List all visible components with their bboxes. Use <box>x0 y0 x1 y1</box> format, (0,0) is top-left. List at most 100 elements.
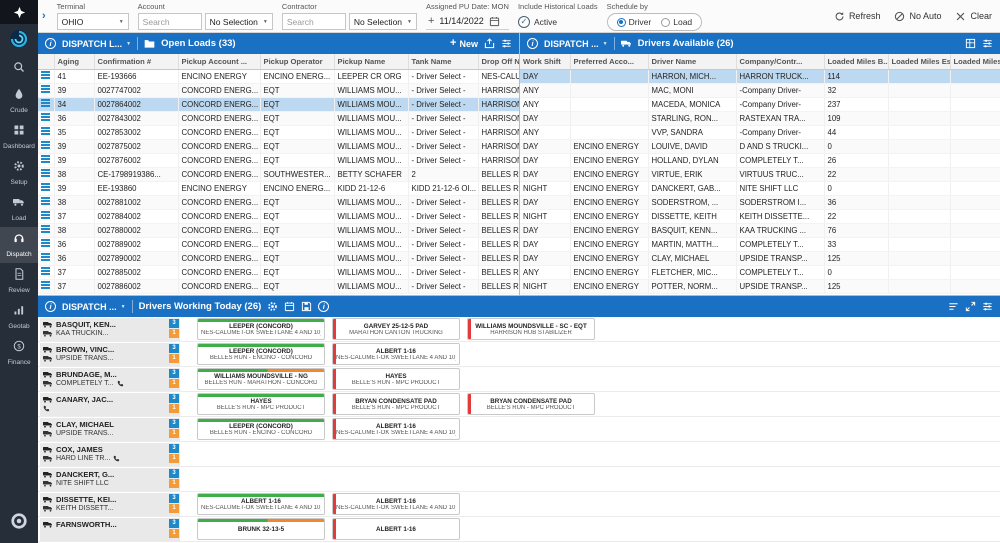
column-settings-icon[interactable] <box>982 301 993 312</box>
load-card[interactable]: ALBERT 1-16NES-CALUMET-OK SWEETLANE 4 AN… <box>332 343 460 365</box>
pu-date-value[interactable]: 11/14/2022 <box>439 16 483 26</box>
terminal-select[interactable]: OHIO▼ <box>57 13 129 30</box>
sidebar-item-search[interactable] <box>0 56 38 83</box>
table-row[interactable]: DAYENCINO ENERGYCLAY, MICHAELUPSIDE TRAN… <box>520 251 1000 265</box>
table-row[interactable]: DAYENCINO ENERGYHOLLAND, DYLANCOMPLETELY… <box>520 153 1000 167</box>
refresh-button[interactable]: Refresh <box>834 11 881 22</box>
table-row[interactable]: DAYENCINO ENERGYMARTIN, MATTH...COMPLETE… <box>520 237 1000 251</box>
account-select[interactable]: No Selection▼ <box>205 13 273 30</box>
load-card[interactable]: HAYESBELLE'S RUN - MPC PRODUCT <box>332 368 460 390</box>
row-menu-icon[interactable] <box>38 153 54 167</box>
column-header[interactable]: Aging <box>54 54 94 69</box>
table-row[interactable]: 390027876002CONCORD ENERG...EQTWILLIAMS … <box>38 153 520 167</box>
column-header[interactable]: Preferred Acco... <box>570 54 648 69</box>
driver-cell[interactable]: 31DANCKERT, G...NITE SHIFT LLC <box>40 468 180 491</box>
table-row[interactable]: 370027886002CONCORD ENERG...EQTWILLIAMS … <box>38 279 520 293</box>
row-menu-icon[interactable] <box>38 223 54 237</box>
table-row[interactable]: 370027884002CONCORD ENERG...EQTWILLIAMS … <box>38 209 520 223</box>
table-row[interactable]: DAYHARRON, MICH...HARRON TRUCK...114 <box>520 69 1000 83</box>
info-icon[interactable]: i <box>527 38 538 49</box>
table-row[interactable]: 38CE-1798919386...CONCORD ENERG...SOUTHW… <box>38 167 520 181</box>
info-icon[interactable]: i <box>45 38 56 49</box>
sidebar-item-dashboard[interactable]: Dashboard <box>0 119 38 155</box>
column-header[interactable]: Drop Off Nam <box>478 54 520 69</box>
load-card[interactable]: GARVEY 25-12-5 PADMARATHON CANTON TRUCKI… <box>332 318 460 340</box>
row-menu-icon[interactable] <box>38 251 54 265</box>
table-row[interactable]: 350027853002CONCORD ENERG...EQTWILLIAMS … <box>38 125 520 139</box>
load-card[interactable]: WILLIAMS MOUNDSVILLE - SC - EQTHARRISON … <box>467 318 595 340</box>
load-card[interactable]: LEEPER (CONCORD)BELLES RUN - ENCINO - CO… <box>197 418 325 440</box>
row-menu-icon[interactable] <box>38 209 54 223</box>
contractor-search-input[interactable] <box>282 13 346 30</box>
sidebar-item-setup[interactable]: Setup <box>0 155 38 191</box>
sidebar-item-dispatch[interactable]: Dispatch <box>0 227 38 263</box>
table-row[interactable]: 41EE-193666ENCINO ENERGYENCINO ENERG...L… <box>38 69 520 83</box>
table-row[interactable]: 380027880002CONCORD ENERG...EQTWILLIAMS … <box>38 223 520 237</box>
table-row[interactable]: DAYSTARLING, RON...RASTEXAN TRA...109 <box>520 111 1000 125</box>
load-card[interactable]: BRYAN CONDENSATE PADBELLE'S RUN - MPC PR… <box>467 393 595 415</box>
sidebar-item-load[interactable]: Load <box>0 191 38 227</box>
schedule-by-driver-radio[interactable]: Driver <box>617 17 652 27</box>
driver-cell[interactable]: 31DISSETTE, KEI...KEITH DISSETT... <box>40 493 180 516</box>
save-icon[interactable] <box>301 301 312 312</box>
load-card[interactable]: LEEPER (CONCORD)BELLES RUN - ENCINO - CO… <box>197 343 325 365</box>
load-card[interactable]: ALBERT 1-16NES-CALUMET-OK SWEETLANE 4 AN… <box>332 493 460 515</box>
info-icon[interactable]: i <box>318 301 329 312</box>
table-row[interactable]: 380027881002CONCORD ENERG...EQTWILLIAMS … <box>38 195 520 209</box>
row-menu-icon[interactable] <box>38 279 54 293</box>
column-header[interactable]: Loaded Miles Af... <box>950 54 1000 69</box>
table-row[interactable]: 39EE-193860ENCINO ENERGYENCINO ENERG...K… <box>38 181 520 195</box>
row-menu-icon[interactable] <box>38 111 54 125</box>
sort-icon[interactable] <box>948 301 959 312</box>
table-row[interactable]: 360027890002CONCORD ENERG...EQTWILLIAMS … <box>38 251 520 265</box>
table-row[interactable]: DAYENCINO ENERGYLOUIVE, DAVIDD AND S TRU… <box>520 139 1000 153</box>
driver-cell[interactable]: 31CLAY, MICHAELUPSIDE TRANS... <box>40 418 180 441</box>
table-row[interactable]: DAYENCINO ENERGYSODERSTROM, ...SODERSTRO… <box>520 195 1000 209</box>
calendar-icon[interactable] <box>489 16 500 27</box>
table-row[interactable]: 390027747002CONCORD ENERG...EQTWILLIAMS … <box>38 83 520 97</box>
column-header[interactable]: Pickup Account ... <box>178 54 260 69</box>
driver-cell[interactable]: 31BASQUIT, KEN...KAA TRUCKIN... <box>40 318 180 341</box>
column-header[interactable]: Confirmation # <box>94 54 178 69</box>
column-header[interactable]: Pickup Name <box>334 54 408 69</box>
contractor-select[interactable]: No Selection▼ <box>349 13 417 30</box>
load-card[interactable]: LEEPER (CONCORD)NES-CALUMET-OK SWEETLANE… <box>197 318 325 340</box>
gear-icon[interactable] <box>267 301 278 312</box>
row-menu-icon[interactable] <box>38 237 54 251</box>
export-icon[interactable] <box>484 38 495 49</box>
table-row[interactable]: 360027889002CONCORD ENERG...EQTWILLIAMS … <box>38 237 520 251</box>
no-auto-button[interactable]: No Auto <box>894 11 941 22</box>
row-menu-icon[interactable] <box>38 69 54 83</box>
account-search-input[interactable] <box>138 13 202 30</box>
expand-icon[interactable] <box>965 301 976 312</box>
column-header[interactable]: Tank Name <box>408 54 478 69</box>
table-row[interactable]: ANYVVP, SANDRA-Company Driver-44 <box>520 125 1000 139</box>
row-menu-icon[interactable] <box>38 97 54 111</box>
table-row[interactable]: 360027843002CONCORD ENERG...EQTWILLIAMS … <box>38 111 520 125</box>
column-settings-icon[interactable] <box>982 38 993 49</box>
driver-cell[interactable]: 31CANARY, JAC... <box>40 393 180 416</box>
load-card[interactable]: BRYAN CONDENSATE PADBELLE'S RUN - MPC PR… <box>332 393 460 415</box>
drivers-view-selector[interactable]: DISPATCH ...▼ <box>544 39 608 49</box>
table-row[interactable]: NIGHTENCINO ENERGYDANCKERT, GAB...NITE S… <box>520 181 1000 195</box>
schedule-by-load-radio[interactable]: Load <box>661 17 692 27</box>
column-settings-icon[interactable] <box>501 38 512 49</box>
load-card[interactable]: BRUNK 32-13-5 <box>197 518 325 540</box>
column-header[interactable]: Driver Name <box>648 54 736 69</box>
driver-cell[interactable]: 31BRUNDAGE, M...COMPLETELY T... <box>40 368 180 391</box>
row-menu-icon[interactable] <box>38 125 54 139</box>
row-menu-icon[interactable] <box>38 195 54 209</box>
table-row[interactable]: 370027885002CONCORD ENERG...EQTWILLIAMS … <box>38 265 520 279</box>
row-menu-icon[interactable] <box>38 139 54 153</box>
row-menu-icon[interactable] <box>38 181 54 195</box>
sidebar-item-geotab[interactable]: Geotab <box>0 299 38 335</box>
table-row[interactable]: DAYENCINO ENERGYBASQUIT, KENN...KAA TRUC… <box>520 223 1000 237</box>
sidebar-item-crude[interactable]: Crude <box>0 83 38 119</box>
column-header[interactable]: Work Shift <box>520 54 570 69</box>
load-card[interactable]: HAYESBELLE'S RUN - MPC PRODUCT <box>197 393 325 415</box>
load-card[interactable]: ALBERT 1-16NES-CALUMET-OK SWEETLANE 4 AN… <box>332 418 460 440</box>
load-card[interactable]: ALBERT 1-16NES-CALUMET-OK SWEETLANE 4 AN… <box>197 493 325 515</box>
table-row[interactable]: 340027864002CONCORD ENERG...EQTWILLIAMS … <box>38 97 520 111</box>
column-header[interactable]: Pickup Operator <box>260 54 334 69</box>
table-row[interactable]: NIGHTENCINO ENERGYDISSETTE, KEITHKEITH D… <box>520 209 1000 223</box>
